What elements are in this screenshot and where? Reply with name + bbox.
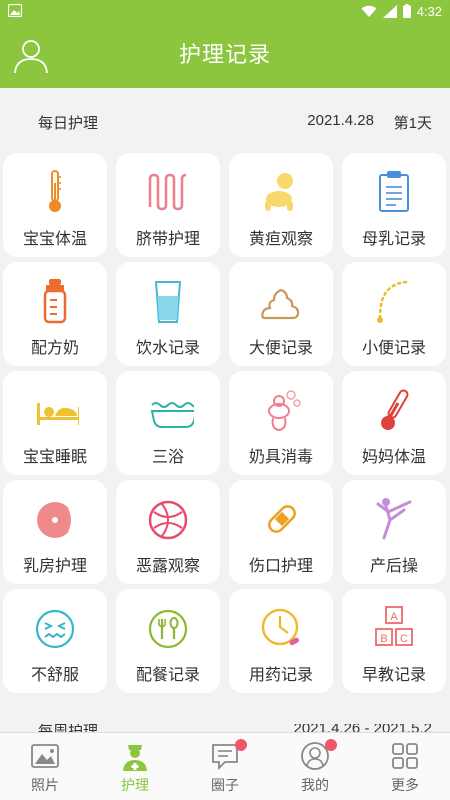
baby-bottle-icon	[43, 279, 67, 324]
bandage-icon	[268, 505, 296, 533]
card-label: 早教记录	[361, 667, 426, 684]
card-label: 脐带护理	[135, 231, 200, 248]
card-label: 黄疸观察	[248, 231, 313, 248]
tab-photos[interactable]: 照片	[0, 733, 90, 800]
bathtub-icon	[150, 402, 194, 428]
water-cup-icon	[154, 281, 182, 323]
poop-icon	[261, 288, 300, 320]
card-label: 配餐记录	[135, 667, 200, 684]
daily-care-header: 每日护理 2021.4.28 第1天	[0, 100, 450, 142]
medicine-clock-icon	[261, 608, 299, 646]
card-umbilical-care[interactable]: 脐带护理	[116, 153, 220, 257]
tab-label: 圈子	[211, 777, 239, 793]
notification-badge	[235, 739, 247, 751]
card-label: 配方奶	[30, 340, 79, 357]
battery-icon	[402, 4, 411, 18]
card-bath[interactable]: 三浴	[116, 371, 220, 475]
card-label: 宝宝体温	[22, 231, 87, 248]
card-label: 三浴	[151, 449, 184, 466]
card-label: 母乳记录	[361, 231, 426, 248]
exercise-icon	[376, 498, 412, 540]
abc-blocks-icon: A B C	[375, 606, 413, 646]
card-jaundice[interactable]: 黄疸观察	[229, 153, 333, 257]
baby-sleep-icon	[37, 403, 79, 425]
card-meal[interactable]: 配餐记录	[116, 589, 220, 693]
card-mom-temperature[interactable]: 妈妈体温	[342, 371, 446, 475]
status-bar: 4:32	[0, 0, 450, 22]
urine-icon	[377, 280, 410, 323]
card-early-education[interactable]: A B C 早教记录	[342, 589, 446, 693]
card-stool[interactable]: 大便记录	[229, 262, 333, 366]
card-label: 伤口护理	[248, 558, 313, 575]
card-formula[interactable]: 配方奶	[3, 262, 107, 366]
tab-more[interactable]: 更多	[360, 733, 450, 800]
card-label: 乳房护理	[22, 558, 87, 575]
card-label: 奶具消毒	[248, 449, 313, 466]
page-title: 护理记录	[178, 42, 271, 67]
svg-text:B: B	[380, 633, 387, 645]
red-thermometer-icon	[381, 389, 409, 430]
uncomfortable-face-icon	[35, 609, 75, 649]
tab-label: 护理	[121, 777, 149, 793]
card-label: 用药记录	[248, 667, 313, 684]
card-medicine[interactable]: 用药记录	[229, 589, 333, 693]
card-label: 小便记录	[361, 340, 426, 357]
photo-icon	[31, 744, 59, 768]
thermometer-icon	[49, 170, 61, 212]
svg-text:C: C	[400, 633, 408, 645]
card-breast-milk[interactable]: 母乳记录	[342, 153, 446, 257]
card-baby-sleep[interactable]: 宝宝睡眠	[3, 371, 107, 475]
gallery-notification-icon	[8, 4, 22, 17]
daily-care-day: 第1天	[393, 115, 432, 132]
umbilical-cord-icon	[148, 173, 187, 211]
more-grid-icon	[392, 743, 418, 769]
card-label: 不舒服	[30, 667, 79, 684]
card-lochia[interactable]: 恶露观察	[116, 480, 220, 584]
card-uncomfortable[interactable]: 不舒服	[3, 589, 107, 693]
svg-text:A: A	[390, 611, 398, 623]
tab-mine[interactable]: 我的	[270, 733, 360, 800]
status-time: 4:32	[416, 3, 442, 19]
card-label: 妈妈体温	[361, 449, 426, 466]
tab-nursing[interactable]: 护理	[90, 733, 180, 800]
card-baby-temperature[interactable]: 宝宝体温	[3, 153, 107, 257]
wifi-icon	[361, 5, 377, 17]
card-label: 宝宝睡眠	[22, 449, 87, 466]
clipboard-icon	[379, 171, 409, 212]
bottom-tab-bar: 照片 护理 圈子 我的 更多	[0, 732, 450, 800]
nurse-icon	[123, 745, 147, 771]
card-postpartum-exercise[interactable]: 产后操	[342, 480, 446, 584]
card-label: 大便记录	[248, 340, 313, 357]
tab-label: 照片	[31, 777, 59, 793]
card-breast-care[interactable]: 乳房护理	[3, 480, 107, 584]
card-water[interactable]: 饮水记录	[116, 262, 220, 366]
observe-ball-icon	[148, 500, 188, 540]
daily-care-date: 2021.4.28	[307, 112, 374, 129]
card-label: 恶露观察	[135, 558, 200, 575]
notification-badge	[325, 739, 337, 751]
card-wound-care[interactable]: 伤口护理	[229, 480, 333, 584]
pacifier-icon	[268, 390, 301, 432]
baby-crawl-icon	[265, 173, 293, 211]
tab-label: 更多	[391, 777, 419, 793]
card-urine[interactable]: 小便记录	[342, 262, 446, 366]
meal-icon	[148, 609, 188, 649]
card-label: 饮水记录	[135, 340, 200, 357]
tab-label: 我的	[301, 777, 329, 793]
card-label: 产后操	[369, 558, 418, 575]
tab-circle[interactable]: 圈子	[180, 733, 270, 800]
card-bottle-sterilize[interactable]: 奶具消毒	[229, 371, 333, 475]
app-header: 护理记录	[0, 22, 450, 88]
breast-care-icon	[37, 502, 73, 538]
signal-icon	[382, 4, 397, 18]
daily-care-title: 每日护理	[38, 115, 99, 132]
